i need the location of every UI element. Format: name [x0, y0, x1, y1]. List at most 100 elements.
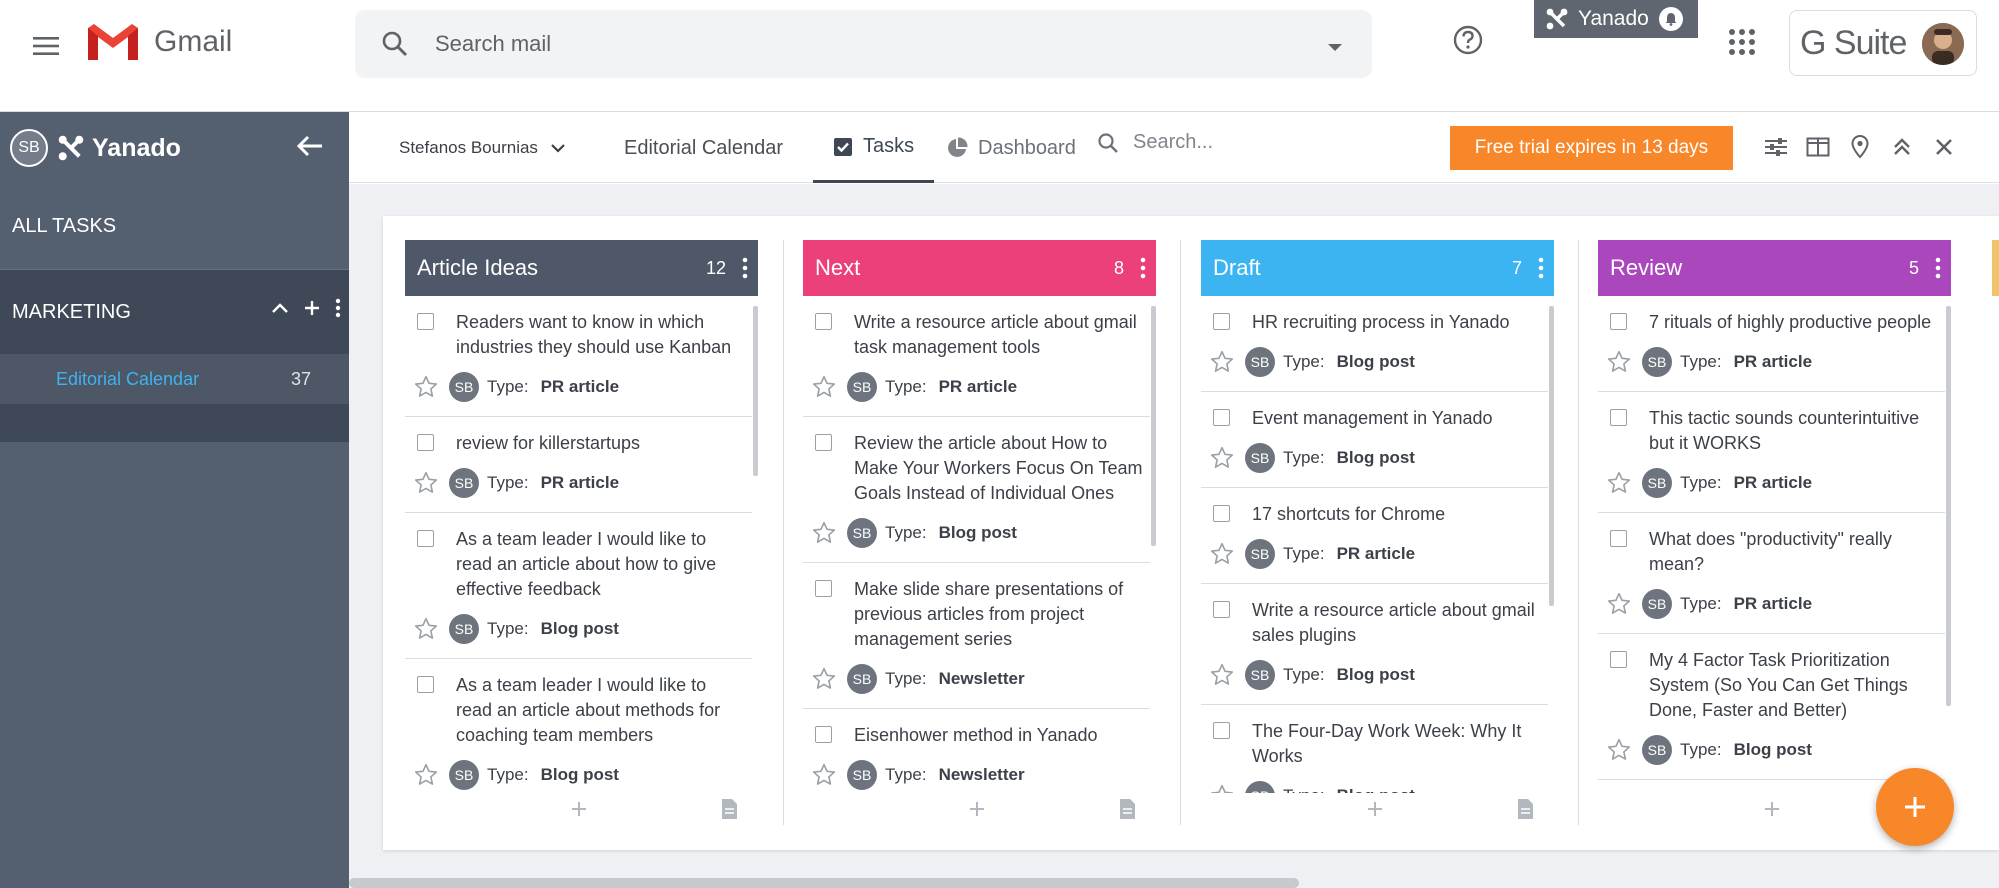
sidebar-item-all-tasks[interactable]: ALL TASKS	[0, 184, 349, 270]
location-button[interactable]	[1848, 133, 1872, 161]
main-menu-button[interactable]	[22, 22, 70, 70]
star-icon[interactable]	[811, 520, 837, 546]
assignee-avatar[interactable]: SB	[847, 664, 877, 694]
task-checkbox[interactable]	[1610, 651, 1627, 668]
task-checkbox[interactable]	[815, 726, 832, 743]
more-vert-icon[interactable]	[1140, 257, 1146, 279]
filter-settings-button[interactable]	[1764, 133, 1788, 161]
star-icon[interactable]	[811, 374, 837, 400]
task-checkbox[interactable]	[417, 434, 434, 451]
horizontal-scrollbar[interactable]	[349, 878, 1299, 888]
search-input[interactable]	[435, 24, 1315, 64]
user-selector[interactable]: Stefanos Bournias	[399, 113, 566, 183]
task-title[interactable]: Make slide share presentations of previo…	[854, 577, 1144, 652]
search-icon[interactable]	[381, 30, 409, 58]
assignee-avatar[interactable]: SB	[449, 372, 479, 402]
more-vert-icon[interactable]	[335, 298, 341, 318]
star-icon[interactable]	[413, 470, 439, 496]
user-avatar[interactable]: SB	[10, 129, 48, 167]
notification-bell-icon[interactable]	[1658, 7, 1683, 31]
assignee-avatar[interactable]: SB	[847, 760, 877, 790]
chevron-up-icon[interactable]	[271, 302, 289, 314]
star-icon[interactable]	[811, 762, 837, 788]
task-checkbox[interactable]	[417, 530, 434, 547]
star-icon[interactable]	[1606, 470, 1632, 496]
add-list-icon[interactable]	[303, 299, 321, 317]
task-checkbox[interactable]	[1610, 530, 1627, 547]
star-icon[interactable]	[1209, 541, 1235, 567]
task-title[interactable]: review for killerstartups	[456, 431, 746, 456]
document-icon[interactable]	[1118, 798, 1136, 820]
assignee-avatar[interactable]: SB	[1245, 539, 1275, 569]
task-checkbox[interactable]	[417, 313, 434, 330]
tab-tasks[interactable]: Tasks	[813, 113, 935, 183]
gmail-search-bar[interactable]	[355, 10, 1372, 78]
task-checkbox[interactable]	[1610, 313, 1627, 330]
task-card[interactable]: 7 rituals of highly productive people SB T…	[1598, 296, 1945, 392]
task-card[interactable]: What does "productivity" really mean? SB T…	[1598, 513, 1945, 634]
star-icon[interactable]	[811, 666, 837, 692]
assignee-avatar[interactable]: SB	[1245, 660, 1275, 690]
column-header[interactable]: Review 5	[1598, 240, 1951, 296]
task-checkbox[interactable]	[1213, 722, 1230, 739]
assignee-avatar[interactable]: SB	[847, 372, 877, 402]
task-checkbox[interactable]	[1213, 409, 1230, 426]
task-title[interactable]: Write a resource article about gmail sal…	[1252, 598, 1542, 648]
account-switcher[interactable]: G Suite	[1789, 10, 1977, 76]
task-card[interactable]: As a team leader I would like to read an…	[405, 659, 752, 793]
task-checkbox[interactable]	[1213, 505, 1230, 522]
assignee-avatar[interactable]: SB	[1642, 735, 1672, 765]
column-header[interactable]: Draft 7	[1201, 240, 1554, 296]
close-button[interactable]	[1932, 133, 1956, 161]
collapse-sidebar-button[interactable]	[296, 134, 324, 158]
assignee-avatar[interactable]: SB	[1245, 347, 1275, 377]
task-card[interactable]: Event management in Yanado SB Type: Blog po…	[1201, 392, 1548, 488]
add-task-icon[interactable]	[1763, 800, 1781, 818]
task-title[interactable]: As a team leader I would like to read an…	[456, 673, 746, 748]
column-header[interactable]: Article Ideas 12	[405, 240, 758, 296]
task-card[interactable]: As a team leader I would like to read an…	[405, 513, 752, 659]
assignee-avatar[interactable]: SB	[1642, 347, 1672, 377]
task-card[interactable]: Eisenhower method in Yanado SB Type: Newsle…	[803, 709, 1150, 793]
assignee-avatar[interactable]: SB	[1245, 781, 1275, 793]
collapse-up-button[interactable]	[1890, 133, 1914, 161]
column-header[interactable]: Next 8	[803, 240, 1156, 296]
yanado-extension-badge[interactable]: Yanado	[1534, 0, 1698, 38]
task-title[interactable]: Event management in Yanado	[1252, 406, 1542, 431]
task-card[interactable]: The Four-Day Work Week: Why It Works SB Ty…	[1201, 705, 1548, 793]
task-card[interactable]: HR recruiting process in Yanado SB Type: Bl…	[1201, 296, 1548, 392]
document-icon[interactable]	[720, 798, 738, 820]
task-checkbox[interactable]	[417, 676, 434, 693]
task-title[interactable]: Readers want to know in which industries…	[456, 310, 746, 360]
task-title[interactable]: Review the article about How to Make You…	[854, 431, 1144, 506]
task-title[interactable]: This tactic sounds counterintuitive but …	[1649, 406, 1939, 456]
gmail-logo[interactable]: Gmail	[86, 22, 232, 62]
task-search[interactable]	[1097, 131, 1333, 154]
assignee-avatar[interactable]: SB	[449, 468, 479, 498]
tab-dashboard[interactable]: Dashboard	[946, 113, 1076, 183]
task-card[interactable]: review for killerstartups SB Type: PR artic…	[405, 417, 752, 513]
account-avatar[interactable]	[1922, 23, 1964, 65]
task-card[interactable]: Write a resource article about gmail sal…	[1201, 584, 1548, 705]
task-title[interactable]: Eisenhower method in Yanado	[854, 723, 1144, 748]
star-icon[interactable]	[1606, 349, 1632, 375]
assignee-avatar[interactable]: SB	[1642, 589, 1672, 619]
star-icon[interactable]	[413, 374, 439, 400]
task-checkbox[interactable]	[1610, 409, 1627, 426]
task-card[interactable]: 17 shortcuts for Chrome SB Type: PR article	[1201, 488, 1548, 584]
task-card[interactable]: Readers want to know in which industries…	[405, 296, 752, 417]
task-checkbox[interactable]	[815, 434, 832, 451]
assignee-avatar[interactable]: SB	[449, 614, 479, 644]
add-task-icon[interactable]	[570, 800, 588, 818]
star-icon[interactable]	[1209, 662, 1235, 688]
task-title[interactable]: As a team leader I would like to read an…	[456, 527, 746, 602]
star-icon[interactable]	[1209, 783, 1235, 793]
task-checkbox[interactable]	[815, 580, 832, 597]
split-view-button[interactable]	[1806, 133, 1830, 161]
task-search-input[interactable]	[1133, 131, 1333, 154]
help-button[interactable]	[1452, 24, 1484, 56]
task-title[interactable]: Write a resource article about gmail tas…	[854, 310, 1144, 360]
task-title[interactable]: The Four-Day Work Week: Why It Works	[1252, 719, 1542, 769]
column-scrollbar[interactable]	[1151, 306, 1156, 546]
sidebar-section-marketing[interactable]: MARKETING	[0, 270, 349, 354]
